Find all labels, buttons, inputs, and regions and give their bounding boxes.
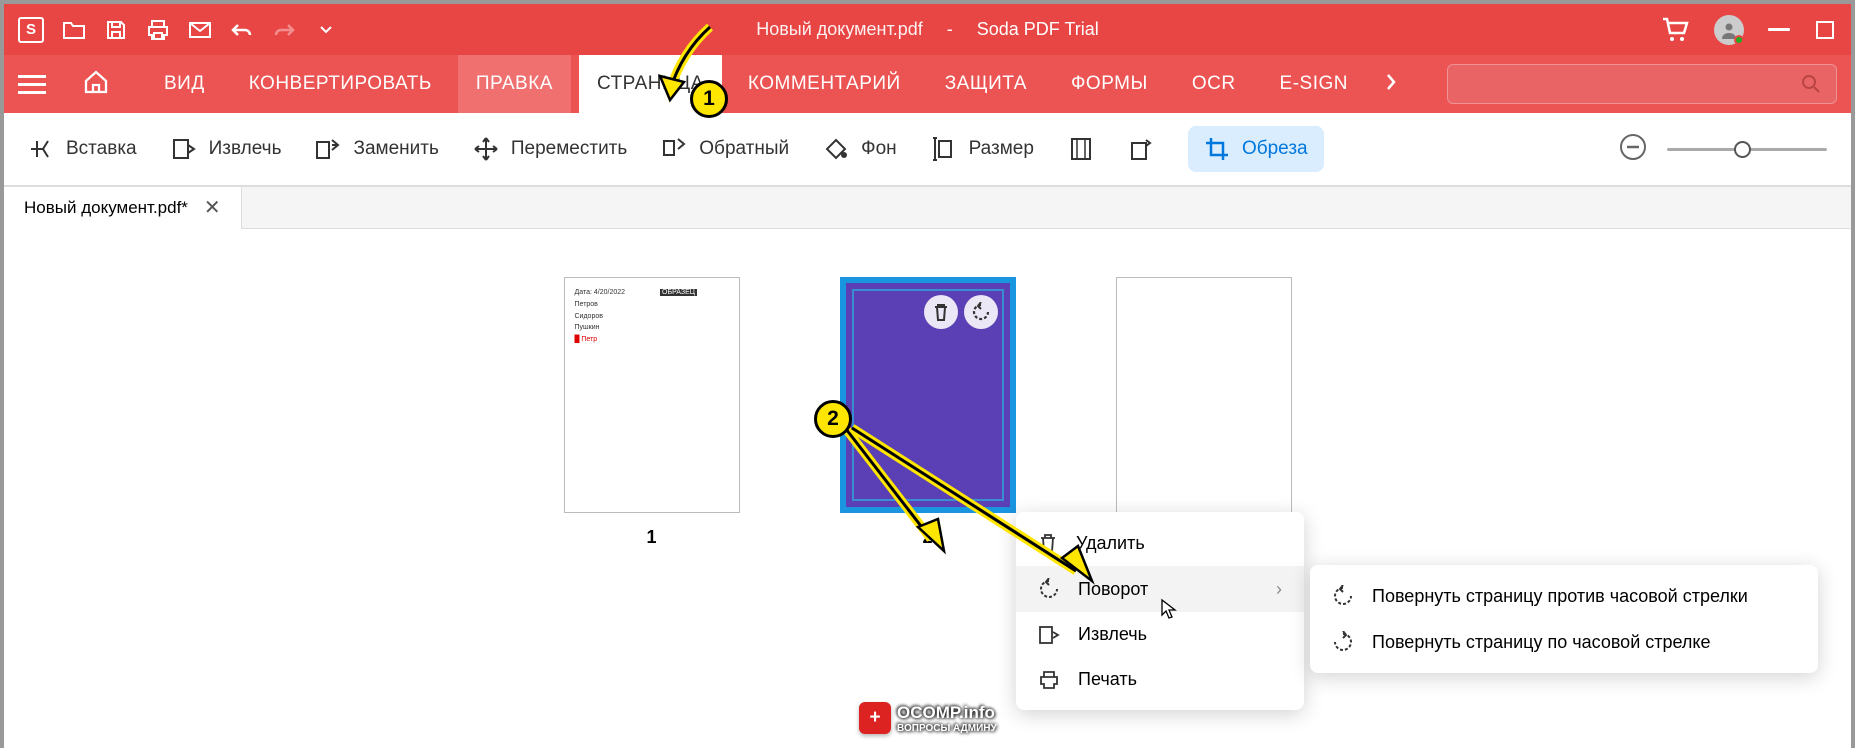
zoom-out-button[interactable] <box>1619 133 1647 166</box>
window-title: Новый документ.pdf - Soda PDF Trial <box>756 19 1099 40</box>
quick-access: S <box>18 17 338 43</box>
print-icon[interactable] <box>146 18 170 42</box>
rotate-submenu: Повернуть страницу против часовой стрелк… <box>1310 565 1818 673</box>
menu-print[interactable]: Печать <box>1016 657 1304 702</box>
watermark: + OCOMP.infoВОПРОСЫ АДМИНУ <box>859 702 997 734</box>
home-icon[interactable] <box>82 69 110 100</box>
top-right-controls <box>1659 14 1837 46</box>
extract-button[interactable]: Извлечь <box>171 136 282 162</box>
background-button[interactable]: Фон <box>823 136 897 162</box>
rotate-page-button[interactable] <box>1128 136 1154 162</box>
document-tab[interactable]: Новый документ.pdf* ✕ <box>4 187 242 229</box>
title-bar: S Новый документ.pdf - Soda PDF Trial <box>4 4 1851 55</box>
size-button[interactable]: Размер <box>931 136 1034 162</box>
ribbon-tabs: ВИД КОНВЕРТИРОВАТЬ ПРАВКА СТРАНИЦА КОММЕ… <box>4 55 1851 113</box>
watermark-badge-icon: + <box>859 702 891 734</box>
open-icon[interactable] <box>62 18 86 42</box>
save-icon[interactable] <box>104 18 128 42</box>
insert-button[interactable]: Вставка <box>28 136 137 162</box>
submenu-rotate-cw[interactable]: Повернуть страницу по часовой стрелке <box>1310 619 1818 665</box>
redo-icon[interactable] <box>272 18 296 42</box>
submenu-arrow-icon: › <box>1276 579 1282 600</box>
submenu-rotate-ccw[interactable]: Повернуть страницу против часовой стрелк… <box>1310 573 1818 619</box>
tab-protect[interactable]: ЗАЩИТА <box>927 55 1045 113</box>
zoom-slider[interactable] <box>1667 148 1827 151</box>
tabs-overflow-icon[interactable] <box>1384 71 1398 98</box>
crop-button[interactable]: Обреза <box>1188 126 1324 172</box>
mail-icon[interactable] <box>188 18 212 42</box>
tab-view[interactable]: ВИД <box>146 55 223 113</box>
tab-convert[interactable]: КОНВЕРТИРОВАТЬ <box>231 55 450 113</box>
search-input[interactable] <box>1447 64 1837 104</box>
delete-page-icon[interactable] <box>924 295 958 329</box>
user-account-icon[interactable] <box>1713 14 1745 46</box>
replace-button[interactable]: Заменить <box>315 136 438 162</box>
doc-name: Новый документ.pdf <box>756 19 923 40</box>
page-number: 1 <box>646 527 656 548</box>
search-icon <box>1800 73 1822 95</box>
annotation-arrow <box>844 416 1104 596</box>
annotation-callout-2: 2 <box>814 400 852 438</box>
app-logo[interactable]: S <box>18 17 44 43</box>
margins-button[interactable] <box>1068 136 1094 162</box>
move-button[interactable]: Переместить <box>473 136 627 162</box>
document-tabs: Новый документ.pdf* ✕ <box>4 187 1851 229</box>
tab-esign[interactable]: E-SIGN <box>1262 55 1366 113</box>
hamburger-menu[interactable] <box>18 75 46 94</box>
tab-ocr[interactable]: OCR <box>1174 55 1254 113</box>
tab-comment[interactable]: КОММЕНТАРИЙ <box>730 55 919 113</box>
minimize-button[interactable] <box>1767 18 1791 42</box>
tab-forms[interactable]: ФОРМЫ <box>1053 55 1166 113</box>
reverse-button[interactable]: Обратный <box>661 136 789 162</box>
undo-icon[interactable] <box>230 18 254 42</box>
app-name: Soda PDF Trial <box>977 19 1099 40</box>
page-toolbar: Вставка Извлечь Заменить Переместить Обр… <box>4 113 1851 187</box>
cart-icon[interactable] <box>1659 14 1691 46</box>
zoom-controls <box>1619 133 1827 166</box>
mouse-cursor-icon <box>1160 598 1178 620</box>
annotation-callout-1: 1 <box>690 80 728 118</box>
page-thumbnail-3[interactable] <box>1116 277 1292 513</box>
close-tab-icon[interactable]: ✕ <box>204 195 221 220</box>
dropdown-icon[interactable] <box>314 18 338 42</box>
tab-edit[interactable]: ПРАВКА <box>458 55 571 113</box>
page-thumbnail-1[interactable]: Дата: 4/20/2022 ОБРАЗЕЦПетровСидоровПушк… <box>564 277 740 548</box>
maximize-button[interactable] <box>1813 18 1837 42</box>
rotate-page-icon[interactable] <box>964 295 998 329</box>
